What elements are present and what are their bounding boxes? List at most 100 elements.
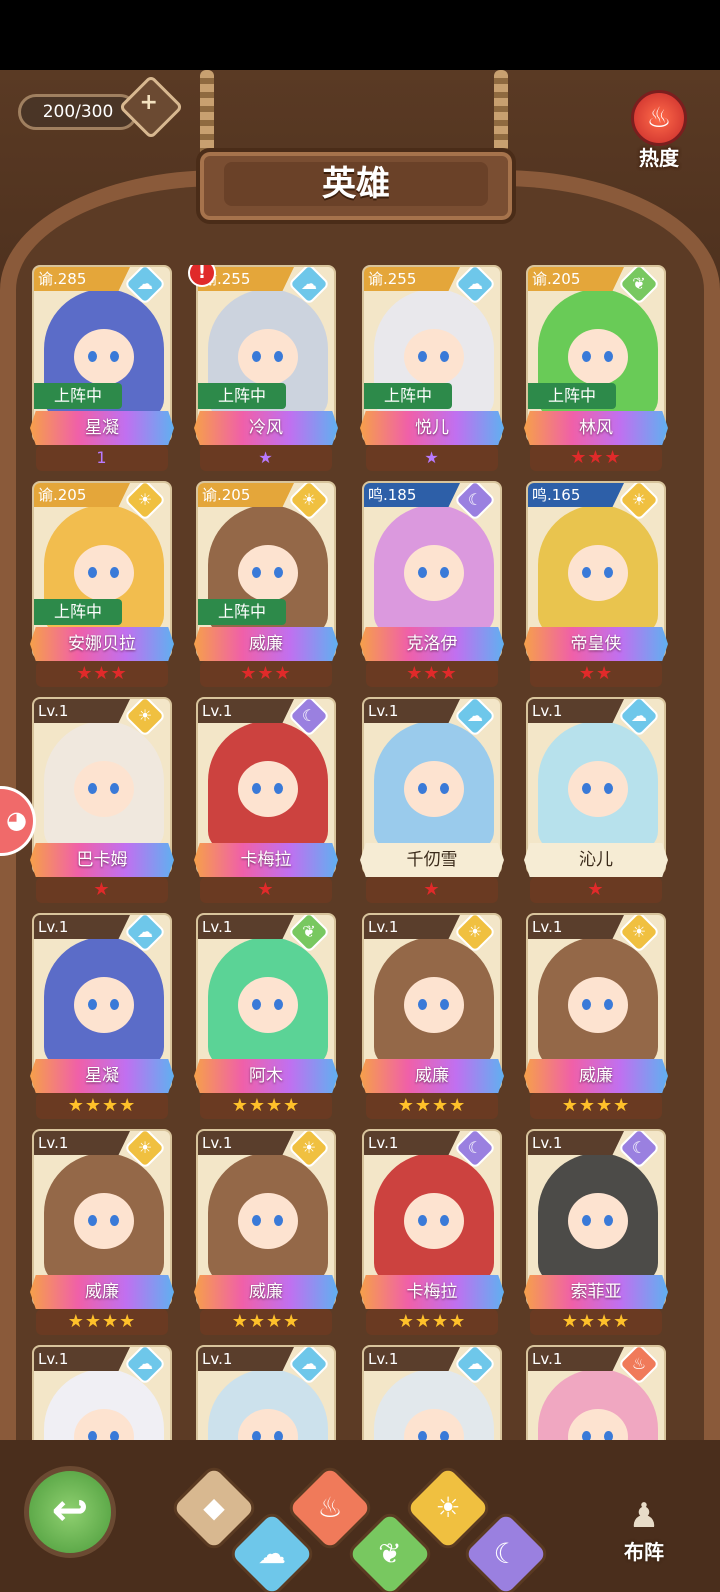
- hero-card[interactable]: 谕.205 ❦ 上阵中 林风 ★★★: [522, 265, 670, 475]
- eye: [252, 567, 261, 578]
- hero-card[interactable]: 鸣.165 ☀ 帝皇侠 ★★: [522, 481, 670, 691]
- status-bar: [0, 0, 720, 70]
- eye: [418, 783, 427, 794]
- deployed-badge: 上阵中: [34, 383, 122, 409]
- eye: [252, 999, 261, 1010]
- eye: [582, 567, 591, 578]
- heat-button[interactable]: ♨ 热度: [626, 90, 692, 170]
- eye: [110, 567, 119, 578]
- side-tab[interactable]: ◕: [0, 786, 36, 856]
- hero-face: [568, 761, 628, 817]
- hero-card[interactable]: Lv.1 ☾ 卡梅拉 ★: [192, 697, 340, 907]
- star-rating: ★: [200, 877, 332, 903]
- hero-level-tag: Lv.1: [528, 1131, 624, 1155]
- hero-face: [568, 329, 628, 385]
- formation-button[interactable]: ♟ 布阵: [604, 1496, 684, 1565]
- hero-name: 卡梅拉: [360, 1275, 504, 1309]
- eye: [110, 783, 119, 794]
- hero-face: [74, 761, 134, 817]
- hero-card[interactable]: 谕.205 ☀ 上阵中 威廉 ★★★: [192, 481, 340, 691]
- hero-level-tag: Lv.1: [34, 915, 130, 939]
- title-board: 英雄: [196, 148, 516, 224]
- hero-card[interactable]: Lv.1 ☀ 威廉 ★★★★: [358, 913, 506, 1123]
- formation-label: 布阵: [624, 1540, 664, 1564]
- eye: [582, 1215, 591, 1226]
- eye: [88, 999, 97, 1010]
- hero-name: 威廉: [524, 1059, 668, 1093]
- hero-name: 冷风: [194, 411, 338, 445]
- deployed-badge: 上阵中: [198, 599, 286, 625]
- eye: [274, 999, 283, 1010]
- hero-level-tag: Lv.1: [364, 1131, 460, 1155]
- hero-name: 星凝: [30, 411, 174, 445]
- hero-level-tag: Lv.1: [364, 1347, 460, 1371]
- hero-card[interactable]: Lv.1 ☾ 卡梅拉 ★★★★: [358, 1129, 506, 1339]
- eye: [274, 783, 283, 794]
- eye: [252, 783, 261, 794]
- hero-face: [404, 761, 464, 817]
- expand-capacity-icon[interactable]: +: [118, 74, 184, 140]
- hero-face: [238, 1193, 298, 1249]
- eye: [88, 1215, 97, 1226]
- deployed-badge: 上阵中: [34, 599, 122, 625]
- star-rating: ★: [530, 877, 662, 903]
- hero-card[interactable]: 谕.255 ☁ 上阵中 悦儿 ★: [358, 265, 506, 475]
- eye: [604, 1215, 613, 1226]
- star-rating: ★★★: [36, 661, 168, 687]
- hero-face: [238, 977, 298, 1033]
- star-rating: ★★★★: [530, 1093, 662, 1119]
- hero-level-tag: 鸣.165: [528, 483, 624, 507]
- hero-face: [74, 977, 134, 1033]
- hero-card[interactable]: 谕.255 ☁ 上阵中 冷风 ★: [192, 265, 340, 475]
- hero-face: [404, 545, 464, 601]
- hero-card[interactable]: Lv.1 ☁ 沁儿 ★: [522, 697, 670, 907]
- hero-card[interactable]: Lv.1 ☀ 巴卡姆 ★: [28, 697, 176, 907]
- eye: [582, 351, 591, 362]
- eye: [88, 351, 97, 362]
- hero-card[interactable]: Lv.1 ☾ 索菲亚 ★★★★: [522, 1129, 670, 1339]
- hero-level-tag: 谕.205: [34, 483, 130, 507]
- hero-name: 威廉: [360, 1059, 504, 1093]
- all-icon: ◆: [203, 1491, 225, 1524]
- hero-name: 帝皇侠: [524, 627, 668, 661]
- star-rating: ★: [366, 445, 498, 471]
- eye: [440, 1215, 449, 1226]
- hero-level-tag: Lv.1: [364, 699, 460, 723]
- hero-level-tag: Lv.1: [34, 1347, 130, 1371]
- hero-name: 安娜贝拉: [30, 627, 174, 661]
- hero-name: 卡梅拉: [194, 843, 338, 877]
- dark-icon: ☾: [493, 1537, 519, 1570]
- hero-face: [238, 329, 298, 385]
- hero-level-tag: Lv.1: [528, 699, 624, 723]
- hero-card[interactable]: Lv.1 ☀ 威廉 ★★★★: [522, 913, 670, 1123]
- eye: [110, 351, 119, 362]
- hero-card[interactable]: Lv.1 ❦ 阿木 ★★★★: [192, 913, 340, 1123]
- back-button[interactable]: ↩: [24, 1466, 116, 1558]
- hero-face: [404, 329, 464, 385]
- hero-level-tag: Lv.1: [528, 915, 624, 939]
- eye: [440, 567, 449, 578]
- hero-card[interactable]: 谕.205 ☀ 上阵中 安娜贝拉 ★★★: [28, 481, 176, 691]
- hero-face: [568, 545, 628, 601]
- hero-card[interactable]: 鸣.185 ☾ 克洛伊 ★★★: [358, 481, 506, 691]
- eye: [88, 567, 97, 578]
- eye: [440, 783, 449, 794]
- eye: [274, 567, 283, 578]
- hero-card[interactable]: Lv.1 ☁ 千仞雪 ★: [358, 697, 506, 907]
- hero-card[interactable]: Lv.1 ☀ 威廉 ★★★★: [192, 1129, 340, 1339]
- hero-card[interactable]: Lv.1 ☁ 星凝 ★★★★: [28, 913, 176, 1123]
- star-rating: ★★★★: [200, 1093, 332, 1119]
- eye: [418, 1215, 427, 1226]
- heat-label: 热度: [639, 146, 679, 170]
- eye: [604, 999, 613, 1010]
- hero-card[interactable]: Lv.1 ☀ 威廉 ★★★★: [28, 1129, 176, 1339]
- eye: [604, 567, 613, 578]
- hero-name: 威廉: [30, 1275, 174, 1309]
- star-rating: ★★★: [530, 445, 662, 471]
- hero-card[interactable]: 谕.285 ☁ 上阵中 星凝 1!: [28, 265, 216, 475]
- eye: [252, 1215, 261, 1226]
- hero-level-tag: 谕.205: [198, 483, 294, 507]
- water-icon: ☁: [258, 1537, 286, 1570]
- eye: [274, 351, 283, 362]
- star-rating: ★★★★: [366, 1309, 498, 1335]
